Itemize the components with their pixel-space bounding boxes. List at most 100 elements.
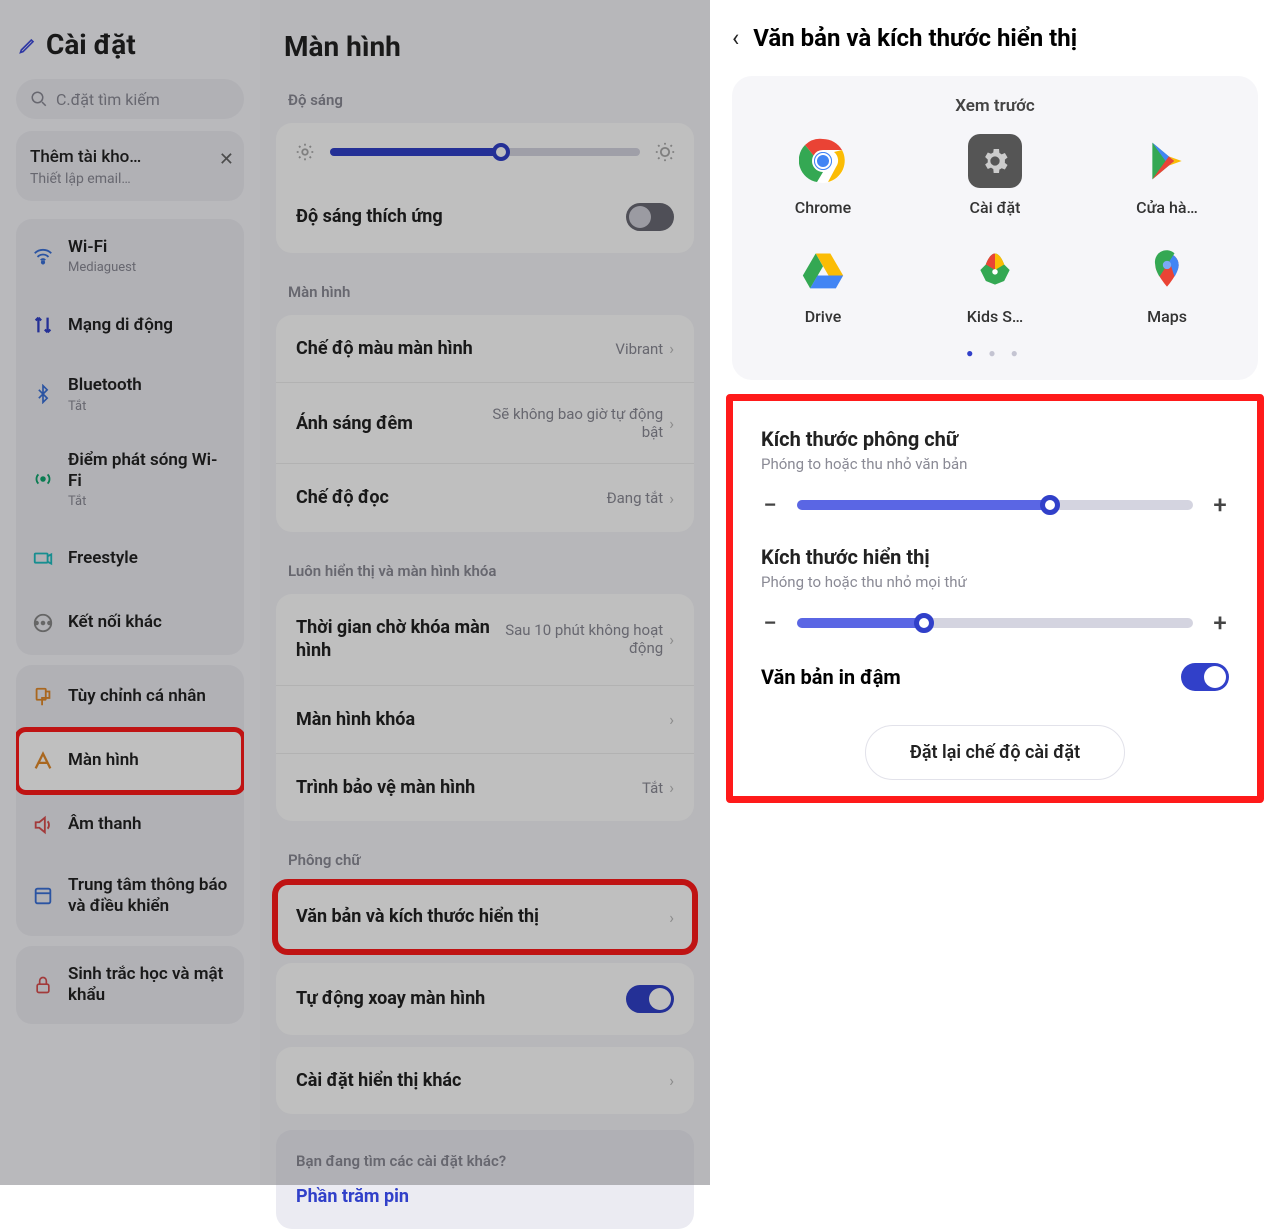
chrome-icon [796, 134, 850, 188]
preview-area: Xem trước Chrome Cài đặt Cửa hà… Drive K… [732, 76, 1258, 380]
brightness-card: Độ sáng thích ứng [276, 123, 694, 253]
sidebar-item-mobile-data[interactable]: Mạng di động [16, 293, 244, 357]
section-aod: Luôn hiển thị và màn hình khóa [260, 544, 710, 590]
account-line2: Thiết lập email… [30, 171, 230, 187]
font-size-setting: Kích thước phông chữ Phóng to hoặc thu n… [761, 427, 1229, 519]
freestyle-icon [32, 548, 54, 570]
notification-icon [32, 885, 54, 907]
text-size-card: Văn bản và kích thước hiển thị › [276, 883, 694, 950]
sidebar-item-display[interactable]: Màn hình [16, 729, 244, 793]
display-size-slider-row: − + [761, 609, 1229, 637]
adaptive-brightness-toggle[interactable] [626, 203, 674, 231]
color-mode-row[interactable]: Chế độ màu màn hình Vibrant› [276, 315, 694, 382]
sidebar-item-other-connections[interactable]: Kết nối khác [16, 591, 244, 655]
read-mode-row[interactable]: Chế độ đọc Đang tắt› [276, 463, 694, 531]
display-settings-panel: Màn hình Độ sáng Độ sáng thích ứng Màn h… [260, 0, 710, 1185]
increase-button[interactable]: + [1211, 491, 1229, 519]
preview-app-maps: Maps [1117, 243, 1217, 326]
sidebar-item-bluetooth[interactable]: BluetoothTắt [16, 357, 244, 431]
autorotate-card: Tự động xoay màn hình [276, 963, 694, 1035]
bluetooth-icon [32, 383, 54, 405]
display-size-setting: Kích thước hiển thị Phóng to hoặc thu nh… [761, 545, 1229, 637]
sun-small-icon [294, 141, 316, 163]
mobile-data-icon [32, 314, 54, 336]
increase-button[interactable]: + [1211, 609, 1229, 637]
screen-timeout-row[interactable]: Thời gian chờ khóa màn hình Sau 10 phút … [276, 594, 694, 685]
other-display-row[interactable]: Cài đặt hiển thị khác › [276, 1047, 694, 1114]
other-conn-icon [32, 612, 54, 634]
brightness-slider[interactable] [330, 148, 640, 156]
size-settings-card: Kích thước phông chữ Phóng to hoặc thu n… [739, 405, 1251, 707]
sound-icon [32, 814, 54, 836]
highlighted-settings-box: Kích thước phông chữ Phóng to hoặc thu n… [726, 394, 1264, 803]
account-line1: Thêm tài kho… [30, 147, 230, 167]
display-size-title: Kích thước hiển thị [761, 545, 1229, 569]
preview-app-drive: Drive [773, 243, 873, 326]
night-light-row[interactable]: Ánh sáng đêm Sẽ không bao giờ tự động bậ… [276, 382, 694, 463]
chevron-right-icon: › [669, 339, 674, 358]
sidebar-group-network: Wi-FiMediaguest Mạng di động BluetoothTắ… [16, 219, 244, 655]
font-size-slider[interactable] [797, 500, 1193, 510]
settings-icon [968, 134, 1022, 188]
chevron-right-icon: › [669, 489, 674, 508]
preview-app-settings: Cài đặt [945, 134, 1045, 217]
preview-app-kids: Kids S… [945, 243, 1045, 326]
panel-header: ‹ Văn bản và kích thước hiển thị [710, 0, 1280, 66]
edit-icon [18, 35, 38, 55]
display-size-slider[interactable] [797, 618, 1193, 628]
lockscreen-row[interactable]: Màn hình khóa › [276, 685, 694, 753]
reset-button[interactable]: Đặt lại chế độ cài đặt [865, 725, 1125, 780]
battery-percent-link[interactable]: Phần trăm pin [296, 1186, 674, 1207]
sidebar-item-personalize[interactable]: Tùy chỉnh cá nhân [16, 665, 244, 729]
sidebar-group-display: Tùy chỉnh cá nhân Màn hình Âm thanh Trun… [16, 665, 244, 936]
text-display-size-panel: ‹ Văn bản và kích thước hiển thị Xem trư… [710, 0, 1280, 1185]
chevron-right-icon: › [669, 1071, 674, 1090]
sidebar-item-sound[interactable]: Âm thanh [16, 793, 244, 857]
hotspot-icon [32, 468, 54, 490]
chevron-right-icon: › [669, 778, 674, 797]
preview-app-playstore: Cửa hà… [1117, 134, 1217, 217]
display-card: Chế độ màu màn hình Vibrant› Ánh sáng đê… [276, 315, 694, 532]
drive-icon [796, 243, 850, 297]
sidebar-item-biometrics[interactable]: Sinh trắc học và mật khẩu [16, 946, 244, 1025]
sidebar-item-freestyle[interactable]: Freestyle [16, 527, 244, 591]
sidebar-item-wifi[interactable]: Wi-FiMediaguest [16, 219, 244, 293]
search-placeholder: C.đặt tìm kiếm [56, 90, 160, 109]
font-size-title: Kích thước phông chữ [761, 427, 1229, 451]
decrease-button[interactable]: − [761, 491, 779, 519]
font-size-sub: Phóng to hoặc thu nhỏ văn bản [761, 455, 1229, 473]
chevron-right-icon: › [669, 630, 674, 649]
section-brightness: Độ sáng [260, 73, 710, 119]
back-button[interactable]: ‹ [732, 24, 739, 52]
lock-icon [32, 974, 54, 996]
chevron-right-icon: › [669, 710, 674, 729]
sidebar-item-hotspot[interactable]: Điểm phát sóng Wi-FiTắt [16, 432, 244, 528]
font-size-slider-row: − + [761, 491, 1229, 519]
section-display: Màn hình [260, 265, 710, 311]
autorotate-toggle[interactable] [626, 985, 674, 1013]
screensaver-row[interactable]: Trình bảo vệ màn hình Tắt› [276, 753, 694, 821]
kids-icon [968, 243, 1022, 297]
bold-text-row[interactable]: Văn bản in đậm [761, 663, 1229, 691]
text-display-size-row[interactable]: Văn bản và kích thước hiển thị › [276, 883, 694, 950]
settings-sidebar: Cài đặt C.đặt tìm kiếm Thêm tài kho… Thi… [0, 0, 260, 1185]
panel-title: Màn hình [284, 30, 686, 63]
autorotate-row[interactable]: Tự động xoay màn hình [276, 963, 694, 1035]
aod-card: Thời gian chờ khóa màn hình Sau 10 phút … [276, 594, 694, 822]
panel-title: Văn bản và kích thước hiển thị [753, 24, 1077, 52]
bold-text-toggle[interactable] [1181, 663, 1229, 691]
sidebar-header: Cài đặt [0, 0, 260, 75]
search-input[interactable]: C.đặt tìm kiếm [16, 79, 244, 119]
paint-icon [32, 686, 54, 708]
wifi-icon [32, 245, 54, 267]
close-icon[interactable]: ✕ [219, 149, 234, 170]
decrease-button[interactable]: − [761, 609, 779, 637]
account-card[interactable]: Thêm tài kho… Thiết lập email… ✕ [16, 131, 244, 201]
other-display-card: Cài đặt hiển thị khác › [276, 1047, 694, 1114]
sidebar-item-notification-center[interactable]: Trung tâm thông báo và điều khiển [16, 857, 244, 936]
sidebar-title: Cài đặt [46, 28, 136, 61]
search-icon [30, 90, 48, 108]
adaptive-brightness-row[interactable]: Độ sáng thích ứng [276, 181, 694, 253]
preview-app-grid: Chrome Cài đặt Cửa hà… Drive Kids S… Map… [742, 134, 1248, 326]
section-font: Phông chữ [260, 833, 710, 879]
